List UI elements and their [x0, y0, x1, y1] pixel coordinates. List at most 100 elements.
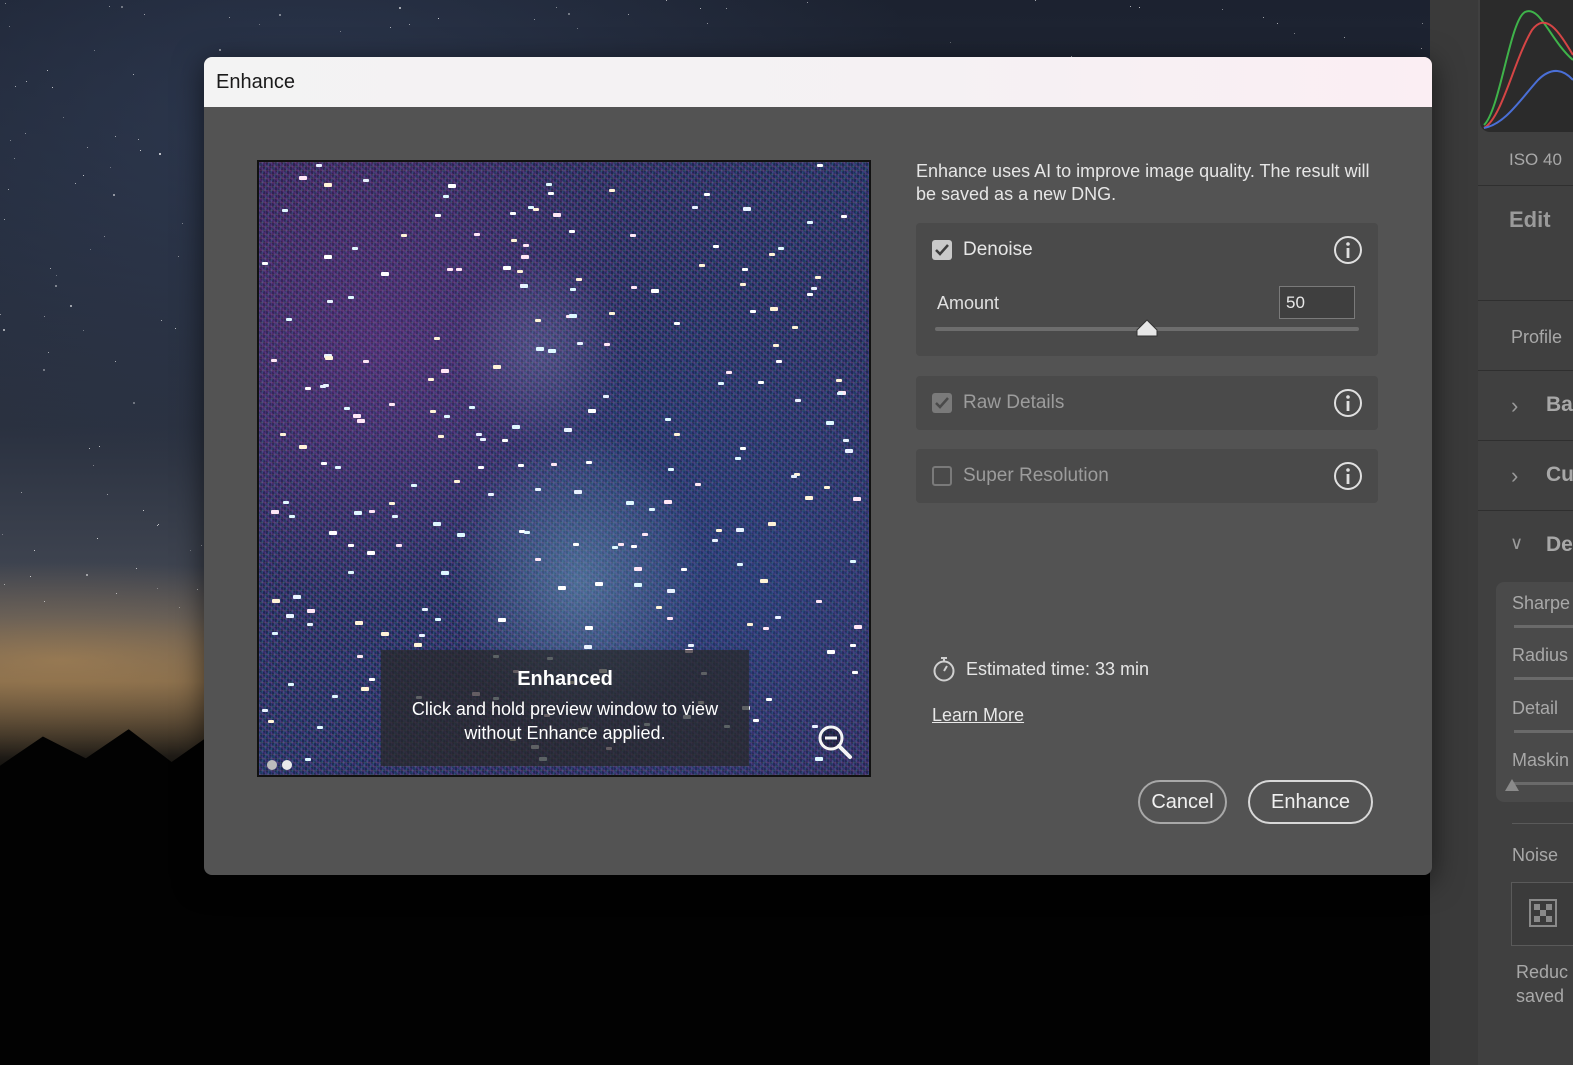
- preview-star: [348, 544, 354, 547]
- preview-star: [535, 488, 541, 491]
- section-curve[interactable]: Cu: [1546, 463, 1573, 487]
- preview-star: [574, 490, 582, 494]
- preview-star: [271, 510, 279, 514]
- noise-reduction-button[interactable]: [1511, 882, 1573, 946]
- preview-star: [795, 399, 801, 402]
- preview-star: [323, 384, 329, 387]
- preview-star: [718, 382, 724, 385]
- preview-star: [503, 266, 511, 270]
- preview-star: [363, 179, 369, 182]
- info-icon[interactable]: [1333, 235, 1363, 265]
- background-star: [4, 584, 5, 585]
- preview-window[interactable]: Enhanced Click and hold preview window t…: [257, 160, 871, 777]
- preview-star: [268, 720, 274, 723]
- pager-dot[interactable]: [267, 760, 277, 770]
- amount-field[interactable]: [1279, 286, 1355, 319]
- background-star: [1421, 48, 1422, 49]
- preview-overlay: Enhanced Click and hold preview window t…: [381, 650, 749, 766]
- background-star: [399, 7, 401, 9]
- slider-thumb-icon[interactable]: [1136, 319, 1158, 337]
- preview-star: [626, 501, 634, 505]
- dialog-title: Enhance: [216, 70, 295, 93]
- preview-star: [569, 314, 577, 318]
- slider-thumb-icon[interactable]: [1504, 778, 1520, 792]
- denoise-checkbox[interactable]: [932, 240, 952, 260]
- slider[interactable]: [1514, 782, 1573, 785]
- preview-star: [433, 522, 441, 526]
- preview-star: [588, 409, 596, 413]
- preview-star: [523, 244, 529, 247]
- preview-star: [354, 511, 362, 515]
- preview-star: [585, 626, 593, 630]
- background-star: [48, 352, 49, 353]
- edit-heading: Edit: [1509, 207, 1551, 232]
- preview-star: [826, 421, 834, 425]
- slider[interactable]: [1514, 625, 1573, 628]
- preview-star: [316, 164, 322, 167]
- preview-star: [355, 621, 363, 625]
- background-star: [55, 285, 57, 287]
- preview-star: [631, 286, 637, 289]
- preview-star: [493, 365, 501, 369]
- cancel-button[interactable]: Cancel: [1138, 780, 1227, 824]
- pager-dot[interactable]: [282, 760, 292, 770]
- background-star: [140, 150, 141, 151]
- preview-star: [656, 606, 662, 609]
- background-star: [157, 525, 158, 526]
- background-star: [93, 465, 94, 466]
- background-star: [158, 524, 159, 525]
- preview-star: [447, 268, 453, 271]
- preview-star: [448, 184, 456, 188]
- title-bar[interactable]: Enhance: [204, 57, 1432, 107]
- info-icon[interactable]: [1333, 388, 1363, 418]
- section-basic[interactable]: Ba: [1546, 393, 1573, 417]
- preview-star: [430, 410, 436, 413]
- raw-details-checkbox[interactable]: [932, 393, 952, 413]
- learn-more-link[interactable]: Learn More: [932, 705, 1024, 726]
- preview-star: [357, 655, 363, 658]
- preview-star: [344, 407, 350, 410]
- preview-star: [428, 378, 434, 381]
- zoom-out-icon[interactable]: [817, 724, 853, 760]
- divider: [1512, 823, 1573, 824]
- background-star: [1130, 6, 1131, 7]
- background-star: [190, 550, 191, 551]
- slider[interactable]: [1514, 677, 1573, 680]
- info-icon[interactable]: [1333, 461, 1363, 491]
- preview-star: [712, 539, 718, 542]
- preview-star: [435, 214, 441, 217]
- preview-star: [573, 543, 579, 546]
- panel-gutter: [1430, 0, 1478, 1065]
- divider: [1478, 440, 1573, 441]
- preview-star: [535, 558, 541, 561]
- preview-star: [811, 287, 817, 290]
- preview-star: [272, 632, 278, 635]
- background-star: [179, 607, 180, 608]
- overlay-title: Enhanced: [517, 668, 613, 690]
- preview-star: [367, 551, 375, 555]
- preview-star: [361, 687, 369, 691]
- preview-star: [667, 589, 675, 593]
- preview-star: [548, 349, 556, 353]
- chevron-right-icon[interactable]: ›: [1511, 463, 1518, 489]
- preview-star: [805, 496, 813, 500]
- preview-star: [498, 618, 506, 622]
- background-star: [86, 574, 88, 576]
- background-star: [30, 576, 31, 577]
- chevron-down-icon[interactable]: ∨: [1510, 533, 1523, 554]
- preview-star: [307, 623, 313, 626]
- noise-label: Noise: [1512, 845, 1559, 865]
- preview-star: [852, 671, 858, 674]
- preview-star: [854, 625, 862, 629]
- section-detail[interactable]: De: [1546, 533, 1573, 557]
- slider[interactable]: [1514, 730, 1573, 733]
- super-resolution-checkbox[interactable]: [932, 466, 952, 486]
- preview-star: [740, 283, 746, 286]
- preview-star: [841, 215, 847, 218]
- preview-star: [517, 270, 523, 273]
- background-star: [44, 601, 45, 602]
- background-star: [1035, 0, 1036, 1]
- preview-star: [305, 387, 311, 390]
- enhance-button[interactable]: Enhance: [1248, 780, 1373, 824]
- chevron-right-icon[interactable]: ›: [1511, 393, 1518, 419]
